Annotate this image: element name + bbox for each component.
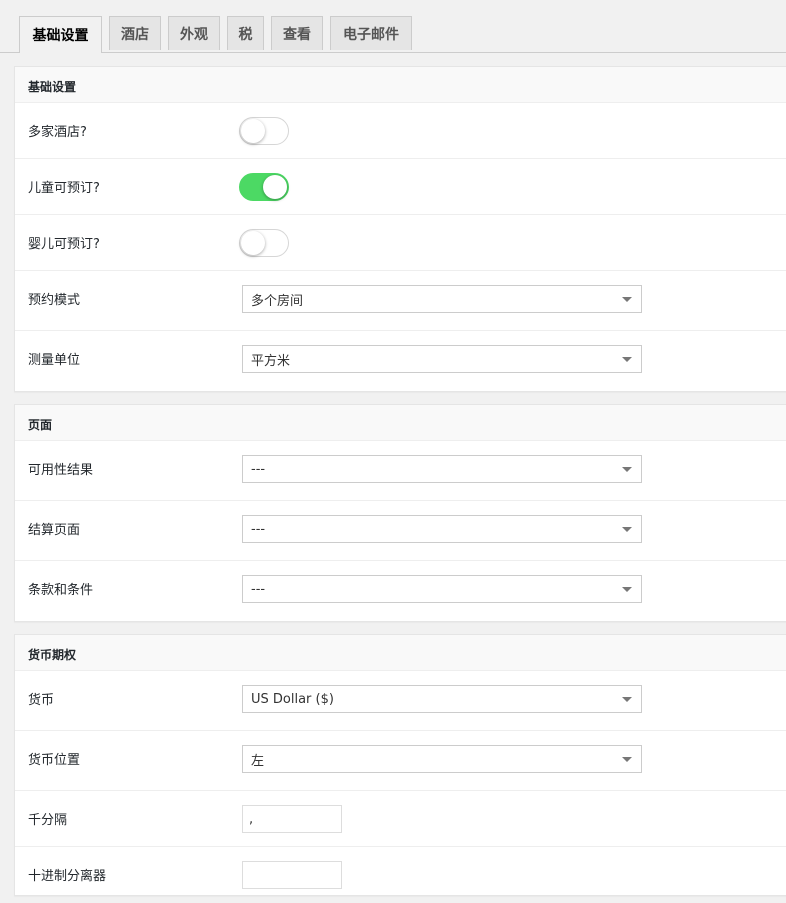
multi-hotel-row: 多家酒店? xyxy=(15,103,786,159)
tab-view[interactable]: 查看 xyxy=(271,16,323,50)
chevron-down-icon xyxy=(622,587,632,592)
thousand-separator-value: , xyxy=(249,811,254,827)
chevron-down-icon xyxy=(622,757,632,762)
checkout-row: 结算页面 --- xyxy=(15,501,786,561)
thousand-separator-row: 千分隔 , xyxy=(15,791,786,847)
availability-value: --- xyxy=(251,461,266,477)
section-title-currency: 货币期权 xyxy=(15,635,786,671)
chevron-down-icon xyxy=(622,527,632,532)
unit-select[interactable]: 平方米 xyxy=(242,345,642,373)
multi-hotel-toggle[interactable] xyxy=(239,117,289,145)
currency-label: 货币 xyxy=(28,693,55,708)
currency-position-row: 货币位置 左 xyxy=(15,731,786,791)
unit-value: 平方米 xyxy=(251,353,291,369)
chevron-down-icon xyxy=(622,357,632,362)
tab-hotel[interactable]: 酒店 xyxy=(109,16,161,50)
availability-label: 可用性结果 xyxy=(28,463,94,478)
chevron-down-icon xyxy=(622,467,632,472)
pages-panel: 页面 可用性结果 --- 结算页面 --- 条款和条件 --- xyxy=(14,404,786,622)
currency-position-select[interactable]: 左 xyxy=(242,745,642,773)
children-label: 儿童可预订? xyxy=(28,181,100,196)
decimal-separator-label: 十进制分离器 xyxy=(28,869,107,884)
toggle-knob xyxy=(241,119,265,143)
checkout-select[interactable]: --- xyxy=(242,515,642,543)
thousand-separator-input[interactable]: , xyxy=(242,805,342,833)
unit-row: 测量单位 平方米 xyxy=(15,331,786,391)
booking-mode-label: 预约模式 xyxy=(28,293,81,308)
infant-row: 婴儿可预订? xyxy=(15,215,786,271)
multi-hotel-label: 多家酒店? xyxy=(28,125,87,140)
tab-basic-settings[interactable]: 基础设置 xyxy=(19,16,102,53)
tab-tax[interactable]: 税 xyxy=(227,16,264,50)
chevron-down-icon xyxy=(622,297,632,302)
toggle-knob xyxy=(241,231,265,255)
currency-position-value: 左 xyxy=(251,753,265,769)
tab-email[interactable]: 电子邮件 xyxy=(330,16,412,50)
currency-value: US Dollar ($) xyxy=(251,691,334,707)
checkout-value: --- xyxy=(251,521,266,537)
terms-value: --- xyxy=(251,581,266,597)
terms-row: 条款和条件 --- xyxy=(15,561,786,621)
toggle-knob xyxy=(263,175,287,199)
chevron-down-icon xyxy=(622,697,632,702)
settings-tab-bar: 基础设置 酒店 外观 税 查看 电子邮件 xyxy=(0,0,786,53)
unit-label: 测量单位 xyxy=(28,353,81,368)
terms-select[interactable]: --- xyxy=(242,575,642,603)
section-title-pages: 页面 xyxy=(15,405,786,441)
currency-row: 货币 US Dollar ($) xyxy=(15,671,786,731)
infant-toggle[interactable] xyxy=(239,229,289,257)
children-row: 儿童可预订? xyxy=(15,159,786,215)
booking-mode-value: 多个房间 xyxy=(251,293,304,309)
currency-select[interactable]: US Dollar ($) xyxy=(242,685,642,713)
thousand-separator-label: 千分隔 xyxy=(28,813,68,828)
basic-settings-panel: 基础设置 多家酒店? 儿童可预订? 婴儿可预订? 预约模式 多个房间 测量单位 … xyxy=(14,66,786,392)
decimal-separator-row: 十进制分离器 xyxy=(15,847,786,903)
availability-row: 可用性结果 --- xyxy=(15,441,786,501)
currency-panel: 货币期权 货币 US Dollar ($) 货币位置 左 千分隔 , 十进制分离… xyxy=(14,634,786,896)
booking-mode-select[interactable]: 多个房间 xyxy=(242,285,642,313)
currency-position-label: 货币位置 xyxy=(28,753,81,768)
availability-select[interactable]: --- xyxy=(242,455,642,483)
infant-label: 婴儿可预订? xyxy=(28,237,100,252)
booking-mode-row: 预约模式 多个房间 xyxy=(15,271,786,331)
children-toggle[interactable] xyxy=(239,173,289,201)
decimal-separator-input[interactable] xyxy=(242,861,342,889)
tab-appearance[interactable]: 外观 xyxy=(168,16,220,50)
checkout-label: 结算页面 xyxy=(28,523,81,538)
terms-label: 条款和条件 xyxy=(28,583,94,598)
section-title-basic: 基础设置 xyxy=(15,67,786,103)
